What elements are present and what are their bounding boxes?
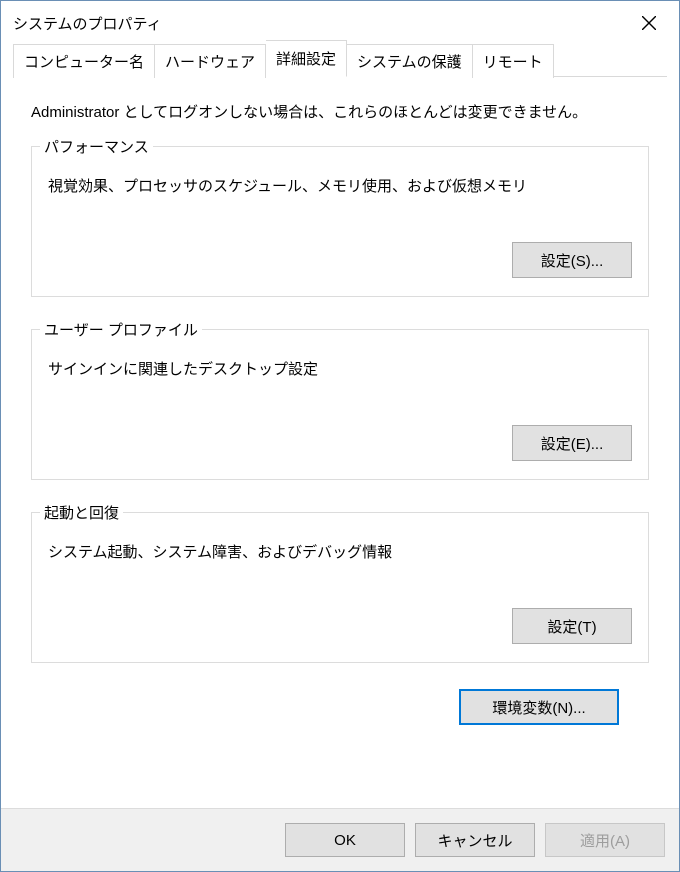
tab-advanced[interactable]: 詳細設定 [266,40,347,77]
tab-computer-name[interactable]: コンピューター名 [13,44,155,78]
dialog-footer: OK キャンセル 適用(A) [1,808,679,871]
titlebar: システムのプロパティ [1,1,679,45]
window-title: システムのプロパティ [13,13,162,34]
group-user-profiles-legend: ユーザー プロファイル [40,319,202,340]
group-performance: パフォーマンス 視覚効果、プロセッサのスケジュール、メモリ使用、および仮想メモリ… [31,146,649,297]
group-startup-recovery-legend: 起動と回復 [40,502,123,523]
ok-button[interactable]: OK [285,823,405,857]
close-icon [642,16,656,30]
system-properties-window: システムのプロパティ コンピューター名 ハードウェア 詳細設定 システムの保護 … [0,0,680,872]
tabstrip: コンピューター名 ハードウェア 詳細設定 システムの保護 リモート [1,45,679,77]
startup-recovery-settings-button[interactable]: 設定(T) [512,608,632,644]
tab-system-protection[interactable]: システムの保護 [347,44,473,78]
tab-content: Administrator としてログオンしない場合は、これらのほとんどは変更で… [1,77,679,808]
group-performance-desc: 視覚効果、プロセッサのスケジュール、メモリ使用、および仮想メモリ [48,175,632,196]
performance-settings-button[interactable]: 設定(S)... [512,242,632,278]
group-user-profiles: ユーザー プロファイル サインインに関連したデスクトップ設定 設定(E)... [31,329,649,480]
apply-button[interactable]: 適用(A) [545,823,665,857]
group-startup-recovery-desc: システム起動、システム障害、およびデバッグ情報 [48,541,632,562]
tab-hardware[interactable]: ハードウェア [155,44,266,78]
cancel-button[interactable]: キャンセル [415,823,535,857]
intro-text: Administrator としてログオンしない場合は、これらのほとんどは変更で… [31,101,649,122]
environment-variables-button[interactable]: 環境変数(N)... [459,689,619,725]
user-profiles-settings-button[interactable]: 設定(E)... [512,425,632,461]
group-startup-recovery: 起動と回復 システム起動、システム障害、およびデバッグ情報 設定(T) [31,512,649,663]
group-performance-legend: パフォーマンス [40,136,153,157]
group-user-profiles-desc: サインインに関連したデスクトップ設定 [48,358,632,379]
close-button[interactable] [619,1,679,45]
tab-remote[interactable]: リモート [473,44,554,78]
